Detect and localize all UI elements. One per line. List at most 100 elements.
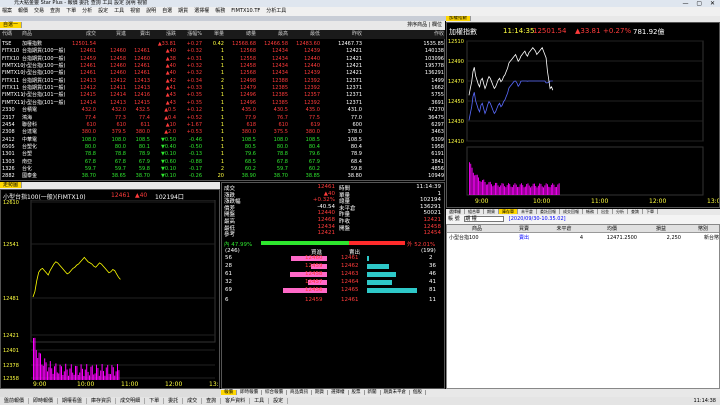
- bottom-tab[interactable]: 報價: [221, 390, 237, 395]
- quote-row[interactable]: 2330 台積電 432.0 432.0 432.5 ▲0.5 +0.12 1 435.0 430…: [0, 107, 445, 114]
- quote-row[interactable]: 2317 鴻海 77.4 77.3 77.4 ▲0.4 +0.52 1 77.9 76.7 77.5…: [0, 115, 445, 122]
- quote-row[interactable]: 2454 聯發科 610 610 611 ▲10 +1.67 1 618 610 619 600 629…: [0, 122, 445, 129]
- order-tab[interactable]: 下單: [643, 209, 658, 214]
- order-tab[interactable]: 查詢: [628, 209, 643, 214]
- menu-item[interactable]: 選擇權: [194, 8, 209, 14]
- position-col-header[interactable]: 幣別: [687, 225, 719, 233]
- quote-col-header[interactable]: 昨收: [322, 30, 362, 39]
- status-button[interactable]: 委託: [164, 398, 184, 404]
- position-col-header[interactable]: 未平倉: [545, 225, 583, 233]
- quote-row[interactable]: FIMTX10 小型台指(100一般) 12461 12460 12461 ▲40 +0.3…: [0, 63, 445, 70]
- order-tab[interactable]: 組合單: [465, 209, 484, 214]
- bottom-tab[interactable]: 綜合報價: [262, 390, 287, 395]
- quote-row[interactable]: 1301 台塑 78.8 78.8 78.9 ▼0.10 -0.13 1 79.6 78.8 79.…: [0, 151, 445, 158]
- position-row[interactable]: 小型台指100 賣出 4 12471.2500 2,250 新台幣: [447, 234, 719, 242]
- menu-item[interactable]: 查詢: [50, 8, 60, 14]
- quote-row[interactable]: FIMTX11 小型台指(101一般) 12414 12413 12415 ▲43 +0.3…: [0, 100, 445, 107]
- quote-row[interactable]: FIMTX11 小型台指(101一般) 12415 12414 12416 ▲43 +0.3…: [0, 92, 445, 99]
- bid-price: 12456: [305, 287, 323, 293]
- menu-item[interactable]: 視窗: [130, 8, 140, 14]
- menu-item[interactable]: 交易: [34, 8, 44, 14]
- menu-item[interactable]: 檔案: [2, 8, 12, 14]
- order-tab[interactable]: 委託回報: [537, 209, 560, 214]
- position-col-header[interactable]: 均價: [587, 225, 637, 233]
- status-button[interactable]: 成交明細: [116, 398, 146, 404]
- quote-row[interactable]: 1303 南亞 67.8 67.8 67.9 ▼0.60 -0.88 1 68.5 67.8 67.…: [0, 159, 445, 166]
- bottom-tab[interactable]: 期貨未平倉: [380, 390, 410, 395]
- quote-col-header[interactable]: 最低: [290, 30, 320, 39]
- position-col-header[interactable]: 損益: [641, 225, 681, 233]
- quote-row[interactable]: FITX10 台指期貨(100一般) 12459 12458 12460 ▲38 +0.31…: [0, 56, 445, 63]
- status-button[interactable]: 成交: [183, 398, 203, 404]
- quote-row[interactable]: 2882 國泰金 38.70 38.65 38.70 ▼0.10 -0.26 20 38.90 3…: [0, 173, 445, 180]
- quote-col-header[interactable]: 最高: [258, 30, 288, 39]
- quote-tools[interactable]: 排序商品 | 欄位: [404, 21, 445, 30]
- bottom-tab[interactable]: 新聞: [364, 390, 381, 395]
- bottom-tab[interactable]: 即時報價: [237, 390, 262, 395]
- order-tab[interactable]: 未平倉: [518, 209, 537, 214]
- status-button[interactable]: 客戶資料: [221, 398, 251, 404]
- quote-col-header[interactable]: 總量: [226, 30, 256, 39]
- tab-watchlist[interactable]: 自選一: [0, 22, 23, 28]
- order-tab[interactable]: 成交回報: [560, 209, 583, 214]
- status-button[interactable]: 查詢: [202, 398, 222, 404]
- order-tab[interactable]: 分析: [613, 209, 628, 214]
- bottom-tab[interactable]: 選擇權: [328, 390, 349, 395]
- order-tab[interactable]: 期貨: [484, 209, 499, 214]
- bottom-tab[interactable]: 股票: [348, 390, 365, 395]
- quote-row[interactable]: 6505 台塑化 80.0 80.0 80.1 ▼0.40 -0.50 1 80.5 80.0 80…: [0, 144, 445, 151]
- menu-item[interactable]: 自選: [162, 8, 172, 14]
- quote-col-header[interactable]: 商品: [22, 30, 68, 39]
- quote-cell-hi: 12434: [272, 70, 288, 77]
- menu-item[interactable]: 工具: [114, 8, 124, 14]
- status-button[interactable]: 設定: [269, 398, 289, 404]
- account-select[interactable]: 期 權: [464, 216, 505, 222]
- quote-col-header[interactable]: 作收: [410, 30, 444, 39]
- menu-item[interactable]: 說明: [146, 8, 156, 14]
- quote-row[interactable]: 1326 台化 59.7 59.7 59.8 ▼0.10 -0.17 2 60.2 59.7 60.…: [0, 166, 445, 173]
- menu-item[interactable]: 設定: [98, 8, 108, 14]
- quote-col-header[interactable]: 賣出: [128, 30, 150, 39]
- bottom-tab[interactable]: 期貨: [312, 390, 328, 395]
- quote-col-header[interactable]: 買進: [100, 30, 126, 39]
- order-tab[interactable]: 出金: [598, 209, 613, 214]
- status-button[interactable]: 盤前報價: [0, 398, 30, 404]
- status-button[interactable]: 下單: [145, 398, 165, 404]
- quote-col-header[interactable]: 成交: [70, 30, 96, 39]
- ask-price: 12462: [341, 263, 359, 269]
- quote-row[interactable]: FITX10 台指期貨(100一般) 12461 12460 12461 ▲40 +0.32…: [0, 48, 445, 55]
- tab-index-chart[interactable]: 加權指數: [446, 16, 471, 21]
- position-col-header[interactable]: 商品: [449, 225, 505, 233]
- quote-row[interactable]: 2308 台達電 380.0 379.5 380.0 ▲2.0 +0.53 1 380.0 375…: [0, 129, 445, 136]
- order-tab[interactable]: 帳務: [583, 209, 598, 214]
- status-button[interactable]: 庫存資訊: [87, 398, 117, 404]
- quote-col-header[interactable]: 代碼: [2, 30, 20, 39]
- window-controls[interactable]: — ▢ ✕: [682, 0, 718, 7]
- bottom-tab[interactable]: 商品資訊: [287, 390, 312, 395]
- status-button[interactable]: 工具: [250, 398, 270, 404]
- quote-col-header[interactable]: 漲幅%: [178, 30, 202, 39]
- position-col-header[interactable]: 買賣: [505, 225, 543, 233]
- index-chart[interactable]: 12510 12490 12470 12450 12430 12410 9:00 10:00 1…: [447, 37, 719, 207]
- order-tab[interactable]: 庫存單: [499, 209, 518, 214]
- menu-item[interactable]: 帳務: [215, 8, 225, 14]
- menu-item[interactable]: FIMTX10.TF: [231, 8, 260, 14]
- menu-item[interactable]: 期貨: [178, 8, 188, 14]
- quote-col-header[interactable]: 單量: [204, 30, 224, 39]
- menu-item[interactable]: 分析工具: [266, 8, 286, 14]
- status-button[interactable]: 即時報價: [29, 398, 59, 404]
- tab-mtx-trend[interactable]: 走勢圖: [0, 182, 23, 188]
- menu-item[interactable]: 分析: [82, 8, 92, 14]
- quote-row[interactable]: FITX11 台指期貨(101一般) 12413 12412 12413 ▲42 +0.34…: [0, 78, 445, 85]
- menu-item[interactable]: 下單: [66, 8, 76, 14]
- quote-row[interactable]: TSE 加權指數 12501.54 ▲33.81 +0.27 0.42 12568.68 12…: [0, 41, 445, 48]
- quote-col-header[interactable]: 漲跌: [152, 30, 176, 39]
- bottom-tab[interactable]: 個股: [410, 390, 426, 395]
- quote-row[interactable]: FIMTX10 小型台指(100一般) 12461 12460 12461 ▲40 +0.3…: [0, 70, 445, 77]
- status-button[interactable]: 期權看盤: [58, 398, 88, 404]
- mtx-chart[interactable]: 12610 12541 12481 12421 12401 12378 12358 9:00 1…: [1, 200, 219, 388]
- quote-row[interactable]: FITX11 台指期貨(101一般) 12412 12411 12413 ▲41 +0.33…: [0, 85, 445, 92]
- order-tab[interactable]: 選擇權: [446, 209, 465, 214]
- menu-item[interactable]: 報價: [18, 8, 28, 14]
- quote-row[interactable]: 2412 中華電 108.0 108.0 108.5 ▼0.50 -0.46 1 108.5 10…: [0, 137, 445, 144]
